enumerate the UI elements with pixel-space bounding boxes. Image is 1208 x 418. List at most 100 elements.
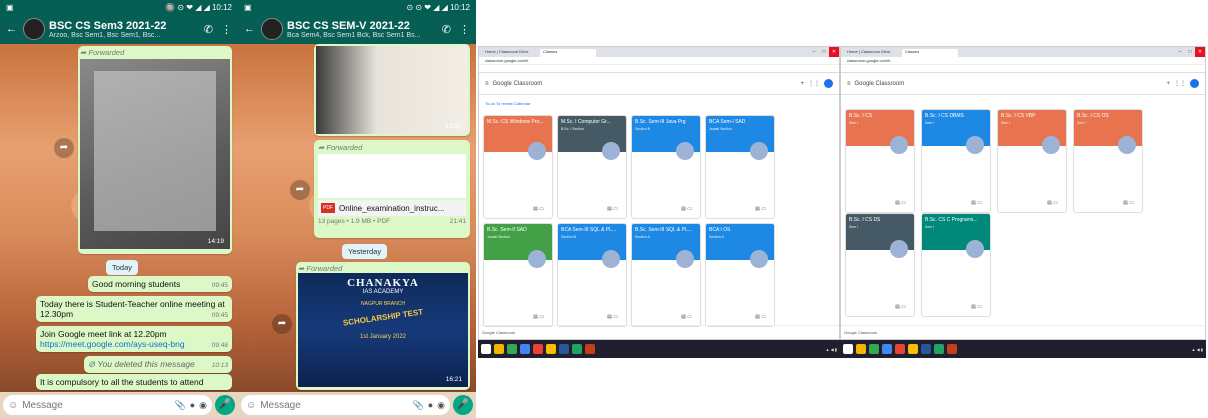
photo-message[interactable]: 13:50 bbox=[314, 44, 470, 136]
assignment-icon[interactable]: ▤ bbox=[1047, 200, 1052, 206]
class-card[interactable]: B.Sc. CS C Programs... Sem I ▤ ▭ bbox=[921, 213, 991, 317]
maximize-icon[interactable]: □ bbox=[819, 47, 829, 57]
share-forward-icon[interactable]: ➦ bbox=[272, 314, 292, 334]
more-options-icon[interactable]: ⋮ bbox=[457, 23, 472, 36]
system-tray[interactable]: ▲ ◀ ▮ bbox=[826, 347, 837, 352]
add-call-icon[interactable]: ✆ bbox=[440, 23, 453, 36]
document-preview[interactable] bbox=[318, 154, 466, 198]
class-card[interactable]: B.Sc. I CS OS Sem I ▤ ▭ bbox=[1073, 109, 1143, 213]
class-card[interactable]: B.Sc. I CS DS Sem I ▤ ▭ bbox=[845, 213, 915, 317]
assignment-icon[interactable]: ▤ bbox=[533, 206, 538, 212]
notice-photo[interactable]: 13:50 bbox=[316, 46, 468, 134]
folder-icon[interactable]: ▭ bbox=[1129, 200, 1134, 206]
minimize-icon[interactable]: – bbox=[809, 47, 819, 57]
attach-icon[interactable]: 📎 bbox=[174, 400, 185, 411]
folder-icon[interactable]: ▭ bbox=[1053, 200, 1058, 206]
app-icon[interactable] bbox=[895, 344, 905, 354]
message-bubble[interactable]: It is compulsory to all the students to … bbox=[36, 374, 232, 390]
browser-tab-active[interactable]: Classes bbox=[902, 49, 958, 57]
minimize-icon[interactable]: – bbox=[1175, 47, 1185, 57]
folder-icon[interactable]: ▭ bbox=[977, 200, 982, 206]
class-card[interactable]: B.Sc. Sem-III Java Prg Section B ▤ ▭ bbox=[631, 115, 701, 219]
start-icon[interactable] bbox=[481, 344, 491, 354]
start-icon[interactable] bbox=[843, 344, 853, 354]
assignment-icon[interactable]: ▤ bbox=[1123, 200, 1128, 206]
app-icon[interactable] bbox=[533, 344, 543, 354]
forwarded-document-message[interactable]: ➦ Forwarded PDF Online_examination_instr… bbox=[314, 140, 470, 238]
folder-icon[interactable]: ▭ bbox=[687, 314, 692, 320]
share-forward-icon[interactable]: ➦ bbox=[290, 180, 310, 200]
app-icon[interactable] bbox=[507, 344, 517, 354]
forwarded-poster-message[interactable]: ➦ Forwarded CHANAKYA IAS ACADEMY NAGPUR … bbox=[296, 262, 470, 390]
group-avatar[interactable] bbox=[23, 18, 45, 40]
class-card[interactable]: M.Sc. I Computer Gr... B.Sc. I Section ▤ ▭ bbox=[557, 115, 627, 219]
assignment-icon[interactable]: ▤ bbox=[755, 314, 760, 320]
assignment-icon[interactable]: ▤ bbox=[755, 206, 760, 212]
folder-icon[interactable]: ▭ bbox=[761, 206, 766, 212]
class-card[interactable]: M.Sc.-CS Windows Pro... ▤ ▭ bbox=[483, 115, 553, 219]
folder-icon[interactable]: ▭ bbox=[613, 314, 618, 320]
assignment-icon[interactable]: ▤ bbox=[895, 304, 900, 310]
mic-icon[interactable]: 🎤 bbox=[453, 395, 473, 415]
add-call-icon[interactable]: ✆ bbox=[202, 23, 215, 36]
app-icon[interactable] bbox=[921, 344, 931, 354]
system-tray[interactable]: ▲ ◀ ▮ bbox=[1192, 347, 1203, 352]
message-bubble[interactable]: Today there is Student-Teacher online me… bbox=[36, 296, 232, 322]
share-forward-icon[interactable]: ➦ bbox=[54, 138, 74, 158]
maximize-icon[interactable]: □ bbox=[1185, 47, 1195, 57]
mic-icon[interactable]: 🎤 bbox=[215, 395, 235, 415]
class-card[interactable]: B.Sc. Sem-II SAD Janaki Section ▤ ▭ bbox=[483, 223, 553, 327]
close-icon[interactable]: ✕ bbox=[829, 47, 839, 57]
folder-icon[interactable]: ▭ bbox=[539, 206, 544, 212]
app-icon[interactable] bbox=[869, 344, 879, 354]
assignment-icon[interactable]: ▤ bbox=[533, 314, 538, 320]
app-icon[interactable] bbox=[882, 344, 892, 354]
emoji-icon[interactable]: ☺ bbox=[8, 400, 18, 411]
app-icon[interactable] bbox=[572, 344, 582, 354]
app-icon[interactable] bbox=[908, 344, 918, 354]
chat-title-block[interactable]: BSC CS Sem3 2021-22 Arzoo, Bsc Sem1, Bsc… bbox=[49, 20, 198, 39]
assignment-icon[interactable]: ▤ bbox=[607, 206, 612, 212]
class-card[interactable]: BCA I OS Section A ▤ ▭ bbox=[705, 223, 775, 327]
message-input[interactable]: ☺ Message 📎 ● ◉ bbox=[241, 395, 450, 415]
forwarded-notice-message[interactable]: ➦ Forwarded 14:19 bbox=[78, 46, 232, 254]
assignment-icon[interactable]: ▤ bbox=[971, 304, 976, 310]
folder-icon[interactable]: ▭ bbox=[761, 314, 766, 320]
todo-links[interactable]: To-do To review Calendar bbox=[479, 95, 839, 108]
menu-icon[interactable]: ≡ bbox=[485, 81, 489, 87]
back-arrow-icon[interactable]: ← bbox=[242, 23, 257, 35]
notice-photo[interactable]: 14:19 bbox=[80, 59, 230, 249]
browser-tab[interactable]: Home | Classroom Drive bbox=[844, 49, 900, 57]
app-icon[interactable] bbox=[947, 344, 957, 354]
message-bubble[interactable]: Join Google meet link at 12.20pm https://… bbox=[36, 326, 232, 352]
app-icon[interactable] bbox=[546, 344, 556, 354]
deleted-message[interactable]: ⊘ You deleted this message 10:13 bbox=[84, 356, 232, 373]
camera-icon[interactable]: ◉ bbox=[437, 400, 445, 411]
more-options-icon[interactable]: ⋮ bbox=[219, 23, 234, 36]
meet-link[interactable]: https://meet.google.com/ays-useq-bng bbox=[40, 339, 185, 349]
assignment-icon[interactable]: ▤ bbox=[681, 314, 686, 320]
add-icon[interactable]: + bbox=[800, 81, 804, 87]
apps-icon[interactable]: ⋮⋮ bbox=[1174, 80, 1186, 87]
chat-title-block[interactable]: BSC CS SEM-V 2021-22 Bca Sem4, Bsc Sem1 … bbox=[287, 20, 436, 39]
folder-icon[interactable]: ▭ bbox=[539, 314, 544, 320]
browser-tab[interactable]: Home | Classroom Drive bbox=[482, 49, 538, 57]
app-icon[interactable] bbox=[934, 344, 944, 354]
class-card[interactable]: B.Sc. Sem-III SQL & PL... Section A ▤ ▭ bbox=[631, 223, 701, 327]
account-avatar[interactable] bbox=[824, 79, 833, 88]
document-row[interactable]: PDF Online_examination_instruc... bbox=[318, 200, 466, 216]
browser-tab-active[interactable]: Classes bbox=[540, 49, 596, 57]
assignment-icon[interactable]: ▤ bbox=[895, 200, 900, 206]
assignment-icon[interactable]: ▤ bbox=[681, 206, 686, 212]
class-card[interactable]: BCA Sem-III SQL & PL... Section B ▤ ▭ bbox=[557, 223, 627, 327]
class-card[interactable]: B.Sc. I CS VBP Sem I ▤ ▭ bbox=[997, 109, 1067, 213]
folder-icon[interactable]: ▭ bbox=[977, 304, 982, 310]
apps-icon[interactable]: ⋮⋮ bbox=[808, 80, 820, 87]
close-icon[interactable]: ✕ bbox=[1195, 47, 1205, 57]
address-bar[interactable]: classroom.google.com/h bbox=[479, 57, 839, 65]
message-bubble[interactable]: Good morning students 09:45 bbox=[88, 276, 232, 292]
poster-image[interactable]: CHANAKYA IAS ACADEMY NAGPUR BRANCH SCHOL… bbox=[298, 273, 468, 387]
app-icon[interactable] bbox=[494, 344, 504, 354]
payment-icon[interactable]: ● bbox=[190, 400, 195, 410]
menu-icon[interactable]: ≡ bbox=[847, 81, 851, 87]
